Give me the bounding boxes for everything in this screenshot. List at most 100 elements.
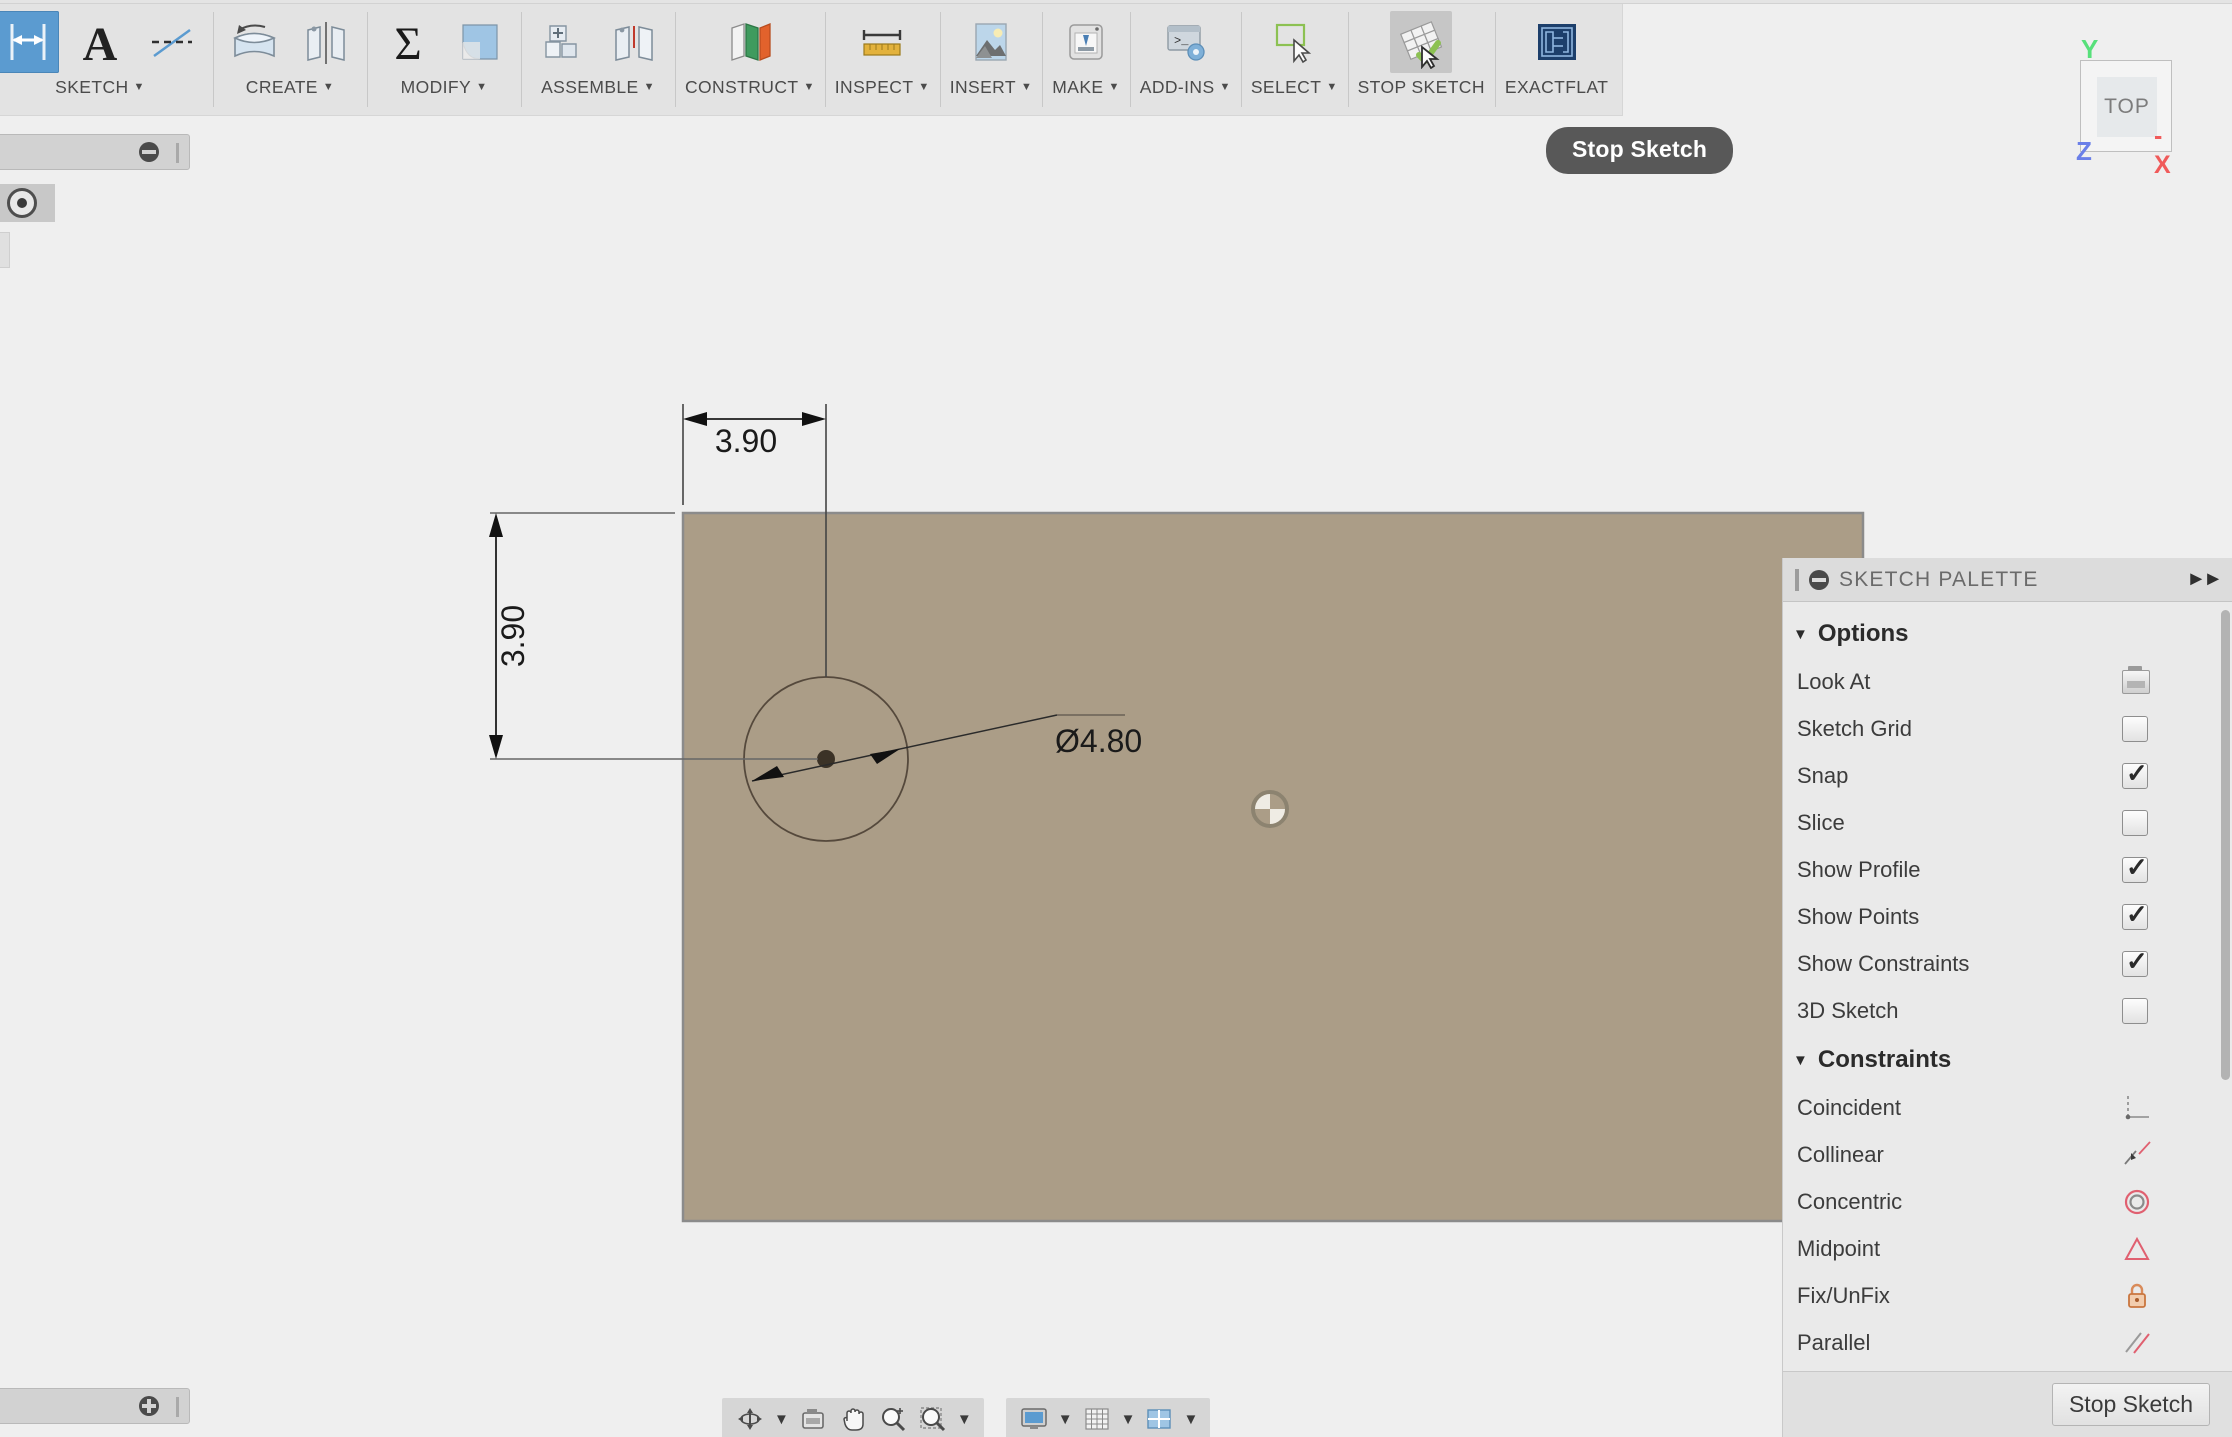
orbit-icon (738, 1408, 762, 1430)
lock-icon[interactable] (2122, 1281, 2152, 1311)
collinear-icon[interactable] (2122, 1140, 2152, 1170)
palette-collapse-icon[interactable] (1809, 569, 1829, 590)
create-extrude-button[interactable] (223, 11, 285, 73)
chevron-down-icon[interactable]: ▼ (1021, 82, 1032, 93)
assemble-joint-button[interactable] (603, 11, 665, 73)
sketch-origin-marker[interactable] (1251, 790, 1289, 828)
snap-checkbox[interactable] (2122, 758, 2148, 789)
palette-row-3d-sketch[interactable]: 3D Sketch (1783, 987, 2232, 1034)
orbit-dropdown-caret[interactable]: ▼ (772, 1411, 791, 1428)
viewports-button[interactable] (1141, 1403, 1177, 1435)
chevron-down-icon[interactable]: ▼ (1108, 82, 1119, 93)
browser-panel-bottom-stub[interactable] (0, 1388, 190, 1424)
chevron-down-icon[interactable]: ▼ (1326, 82, 1337, 93)
toolbar-group-label: CREATE (245, 77, 318, 97)
sketch-grid-checkbox[interactable] (2122, 715, 2148, 742)
look-at-icon[interactable] (2122, 665, 2150, 694)
chevron-down-icon[interactable]: ▼ (323, 82, 334, 93)
new-component-icon (545, 25, 577, 58)
slice-checkbox[interactable] (2122, 809, 2148, 836)
chevron-down-icon[interactable]: ▼ (1220, 82, 1231, 93)
sketch-palette-header[interactable]: SKETCH PALETTE ►► (1783, 558, 2232, 602)
3d-sketch-checkbox[interactable] (2122, 997, 2148, 1024)
exactflat-logo-icon (1537, 24, 1576, 60)
chevron-double-right-icon[interactable]: ►► (2186, 568, 2223, 591)
row-label: Parallel (1797, 1329, 1871, 1355)
chevron-down-icon[interactable]: ▼ (134, 82, 145, 93)
chevron-down-icon[interactable]: ▼ (918, 82, 929, 93)
concentric-icon[interactable] (2122, 1187, 2152, 1217)
zoom-window-button[interactable] (915, 1403, 951, 1435)
viewports-dropdown-caret[interactable]: ▼ (1181, 1411, 1200, 1428)
display-settings-button[interactable] (1016, 1403, 1052, 1435)
toolbar-group-select: SELECT ▼ (1240, 4, 1348, 115)
orbit-button[interactable] (732, 1403, 768, 1435)
inspect-measure-button[interactable] (851, 11, 913, 73)
chevron-down-icon[interactable]: ▼ (476, 82, 487, 93)
create-mirror-button[interactable] (295, 11, 357, 73)
palette-scrollbar[interactable] (2221, 610, 2230, 1080)
stop-sketch-grid-icon (1400, 21, 1443, 69)
sketch-palette-body: ▼ Options Look At Sketch Grid Snap Slice… (1783, 602, 2232, 1371)
show-profile-checkbox[interactable] (2122, 852, 2148, 883)
coincident-icon[interactable] (2122, 1093, 2152, 1123)
grid-dropdown-caret[interactable]: ▼ (1119, 1411, 1138, 1428)
printer-icon (1069, 24, 1103, 60)
make-3d-print-button[interactable] (1055, 11, 1117, 73)
ruler-icon (863, 30, 902, 56)
look-at-button[interactable] (795, 1403, 831, 1435)
row-label: Collinear (1797, 1141, 1884, 1167)
zoom-button[interactable] (875, 1403, 911, 1435)
fusion-360-window: A SKETCH ▼ CREATE ▼ Σ MODIFY ▼ ASSEMBLE … (0, 0, 2232, 1437)
stop-sketch-button[interactable] (1390, 11, 1453, 73)
panel-resize-handle-bottom[interactable] (176, 1397, 179, 1417)
palette-row-sketch-grid[interactable]: Sketch Grid (1783, 705, 2232, 752)
pan-button[interactable] (835, 1403, 871, 1435)
stop-sketch-footer-button[interactable]: Stop Sketch (2051, 1383, 2210, 1426)
palette-row-coincident[interactable]: Coincident (1783, 1084, 2232, 1131)
palette-drag-handle[interactable] (1795, 568, 1799, 591)
palette-row-slice[interactable]: Slice (1783, 799, 2232, 846)
construct-offset-plane-button[interactable] (719, 11, 781, 73)
expand-icon[interactable] (139, 1396, 159, 1416)
select-tool-button[interactable] (1263, 11, 1325, 73)
midpoint-icon[interactable] (2122, 1234, 2152, 1264)
sketch-dimension-button[interactable] (0, 11, 59, 73)
chevron-down-icon[interactable]: ▼ (803, 82, 814, 93)
ribbon-toolbar: A SKETCH ▼ CREATE ▼ Σ MODIFY ▼ ASSEMBLE … (0, 0, 2232, 174)
zoom-dropdown-caret[interactable]: ▼ (955, 1411, 974, 1428)
row-label: Look At (1797, 668, 1871, 694)
palette-row-look-at[interactable]: Look At (1783, 658, 2232, 705)
insert-canvas-button[interactable] (960, 11, 1022, 73)
grid-and-snaps-button[interactable] (1079, 1403, 1115, 1435)
palette-row-midpoint[interactable]: Midpoint (1783, 1225, 2232, 1272)
show-points-checkbox[interactable] (2122, 899, 2148, 930)
addins-scripts-button[interactable]: >_ (1154, 11, 1216, 73)
palette-row-show-profile[interactable]: Show Profile (1783, 846, 2232, 893)
assemble-new-component-button[interactable] (531, 11, 593, 73)
sketch-text-button[interactable]: A (69, 11, 131, 73)
palette-row-collinear[interactable]: Collinear (1783, 1131, 2232, 1178)
svg-text:A: A (83, 18, 118, 68)
section-header-options[interactable]: ▼ Options (1783, 608, 2232, 658)
palette-row-parallel[interactable]: Parallel (1783, 1319, 2232, 1366)
section-title-options: Options (1817, 620, 1909, 647)
palette-row-concentric[interactable]: Concentric (1783, 1178, 2232, 1225)
palette-row-show-points[interactable]: Show Points (1783, 893, 2232, 940)
sketch-palette-title: SKETCH PALETTE (1839, 567, 2039, 591)
zoom-window-icon (920, 1407, 945, 1432)
show-constraints-checkbox[interactable] (2122, 946, 2148, 977)
palette-row-snap[interactable]: Snap (1783, 752, 2232, 799)
chevron-down-icon[interactable]: ▼ (644, 82, 655, 93)
palette-row-show-constraints[interactable]: Show Constraints (1783, 940, 2232, 987)
exactflat-button[interactable] (1526, 11, 1588, 73)
toolbar-group-make: MAKE ▼ (1042, 4, 1130, 115)
sketch-construction-line-button[interactable] (141, 11, 203, 73)
palette-row-fix-unfix[interactable]: Fix/UnFix (1783, 1272, 2232, 1319)
modify-fillet-button[interactable] (449, 11, 511, 73)
parallel-icon[interactable] (2122, 1328, 2152, 1358)
section-header-constraints[interactable]: ▼ Constraints (1783, 1034, 2232, 1084)
display-dropdown-caret[interactable]: ▼ (1056, 1411, 1075, 1428)
sketch-profile-rectangle[interactable] (681, 511, 1865, 1223)
modify-parameters-button[interactable]: Σ (377, 11, 439, 73)
